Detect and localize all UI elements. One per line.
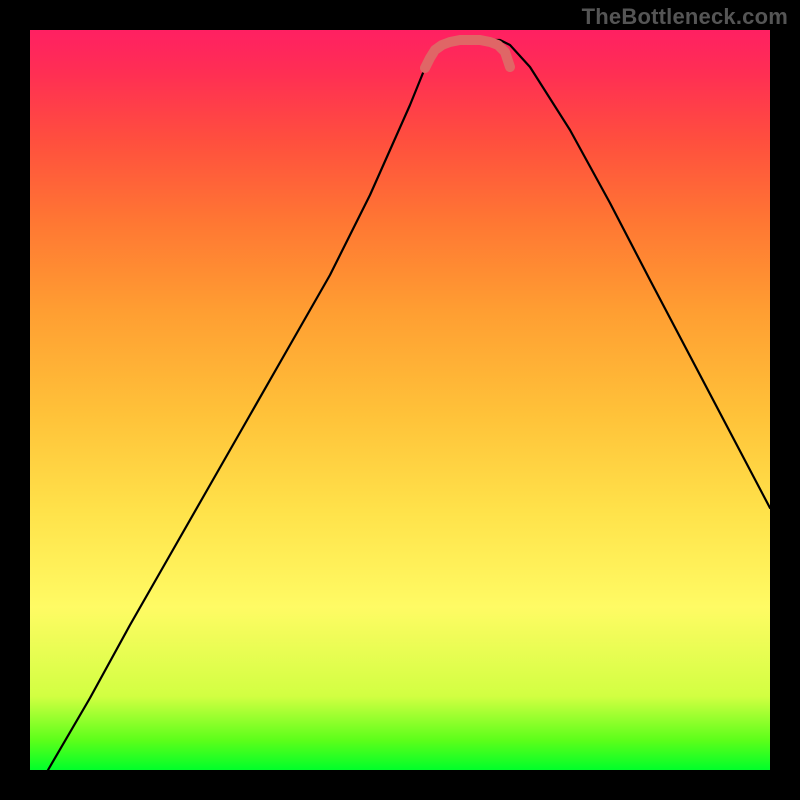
- watermark-text: TheBottleneck.com: [582, 4, 788, 30]
- series-layer: [48, 40, 770, 770]
- series-optimal-band: [425, 40, 510, 68]
- chart-frame: TheBottleneck.com: [0, 0, 800, 800]
- series-curve: [48, 40, 770, 770]
- plot-area: [30, 30, 770, 770]
- chart-svg: [30, 30, 770, 770]
